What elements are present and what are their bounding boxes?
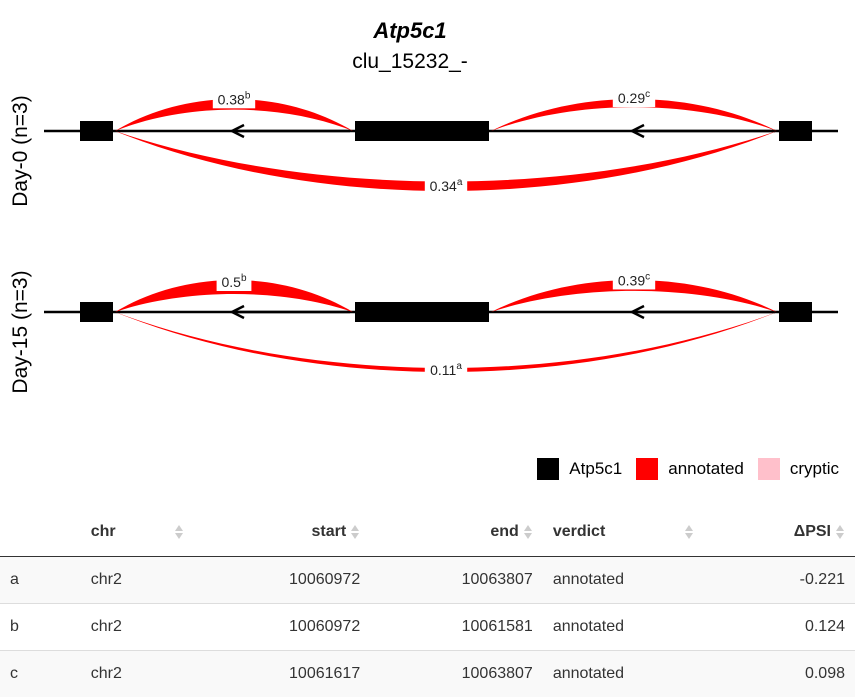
junction-label-superscript: a [456,361,462,372]
column-header-label: ΔPSI [794,523,831,540]
panel-label: Day-0 (n=3) [9,95,32,206]
legend-item: annotated [636,458,744,480]
table-row[interactable]: bchr21006097210061581annotated0.124 [0,604,855,651]
sort-icon[interactable] [835,523,845,541]
legend-item: cryptic [758,458,839,480]
column-header-chr[interactable]: chr [81,508,194,557]
sort-icon[interactable] [350,523,360,541]
junction-label-superscript: b [245,90,251,101]
sort-icon[interactable] [684,523,694,541]
sashimi-panel: Day-0 (n=3)0.38b0.29c0.34a [9,89,838,207]
table-body: achr21006097210063807annotated-0.221bchr… [0,557,855,697]
junction-label-superscript: a [457,177,463,188]
legend-label: annotated [668,459,744,479]
sashimi-panel: Day-15 (n=3)0.5b0.39c0.11a [9,270,838,393]
table-cell: -0.221 [704,557,855,604]
table-cell: 10061581 [370,604,543,651]
legend-item: Atp5c1 [537,458,622,480]
exon-box [80,121,113,141]
junction-label-superscript: c [645,89,650,100]
table-header-row: chr start end verdict ΔPSI [0,508,855,557]
column-header-index [0,508,81,557]
table-cell: chr2 [81,557,194,604]
table-cell: c [0,651,81,697]
table-cell: annotated [543,557,704,604]
legend-swatch [758,458,780,480]
table-cell: 10060972 [194,557,371,604]
table-cell: 10063807 [370,557,543,604]
column-header-verdict[interactable]: verdict [543,508,704,557]
column-header-label: verdict [553,523,605,540]
junction-table: chrstartendverdictΔPSI achr2100609721006… [0,508,855,697]
plot-subtitle: clu_15232_- [352,50,468,73]
sashimi-plot: Atp5c1 clu_15232_- Day-0 (n=3)0.38b0.29c… [0,0,855,450]
table-row[interactable]: cchr21006161710063807annotated0.098 [0,651,855,697]
junction-label-superscript: c [645,271,650,282]
legend: Atp5c1 annotated cryptic [523,458,839,480]
table-cell: 10061617 [194,651,371,697]
table-cell: chr2 [81,604,194,651]
legend-label: Atp5c1 [569,459,622,479]
table-cell: a [0,557,81,604]
column-header-label: end [490,523,518,540]
legend-swatch [537,458,559,480]
exon-box [355,302,489,322]
column-header--psi[interactable]: ΔPSI [704,508,855,557]
plot-title: Atp5c1 [372,18,446,43]
table-cell: b [0,604,81,651]
table-row[interactable]: achr21006097210063807annotated-0.221 [0,557,855,604]
table-cell: 10063807 [370,651,543,697]
table-cell: 0.098 [704,651,855,697]
column-header-start[interactable]: start [194,508,371,557]
exon-box [779,302,812,322]
table-cell: 10060972 [194,604,371,651]
table-cell: annotated [543,651,704,697]
panel-label: Day-15 (n=3) [9,270,32,393]
sort-icon[interactable] [174,523,184,541]
legend-swatch [636,458,658,480]
table-cell: chr2 [81,651,194,697]
exon-box [779,121,812,141]
legend-label: cryptic [790,459,839,479]
column-header-label: start [312,523,347,540]
table-cell: 0.124 [704,604,855,651]
column-header-label: chr [91,523,116,540]
sort-icon[interactable] [523,523,533,541]
column-header-end[interactable]: end [370,508,543,557]
exon-box [80,302,113,322]
table-cell: annotated [543,604,704,651]
exon-box [355,121,489,141]
junction-label-superscript: b [241,273,247,284]
